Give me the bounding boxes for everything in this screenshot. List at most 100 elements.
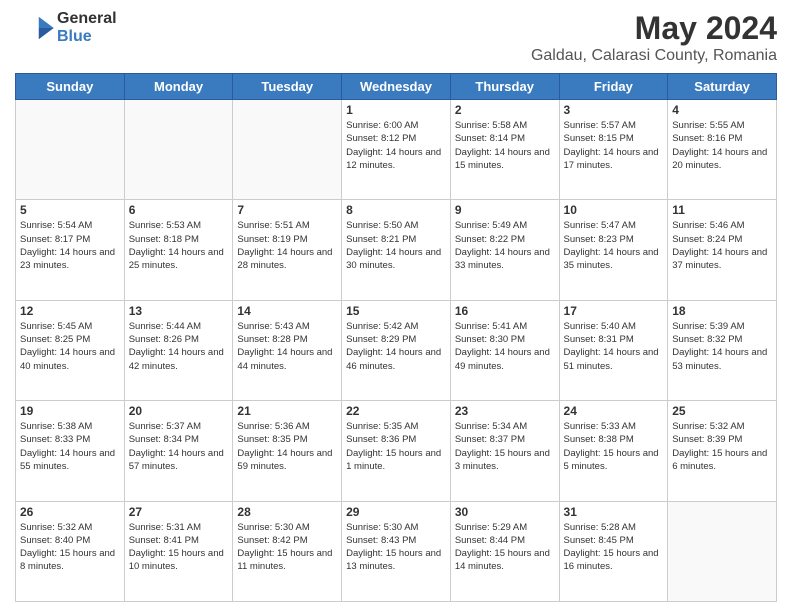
day-number: 7 (237, 203, 337, 217)
day-number: 1 (346, 103, 446, 117)
day-number: 25 (672, 404, 772, 418)
calendar-cell: 16 Sunrise: 5:41 AMSunset: 8:30 PMDayligh… (450, 300, 559, 400)
day-number: 31 (564, 505, 664, 519)
day-number: 17 (564, 304, 664, 318)
day-number: 12 (20, 304, 120, 318)
calendar-cell: 20 Sunrise: 5:37 AMSunset: 8:34 PMDayligh… (124, 401, 233, 501)
calendar-cell (124, 100, 233, 200)
day-number: 28 (237, 505, 337, 519)
week-row-2: 5 Sunrise: 5:54 AMSunset: 8:17 PMDaylight… (16, 200, 777, 300)
day-info: Sunrise: 5:36 AMSunset: 8:35 PMDaylight:… (237, 420, 337, 473)
day-info: Sunrise: 5:43 AMSunset: 8:28 PMDaylight:… (237, 320, 337, 373)
day-number: 15 (346, 304, 446, 318)
page: General Blue May 2024 Galdau, Calarasi C… (0, 0, 792, 612)
calendar-cell (16, 100, 125, 200)
weekday-header-wednesday: Wednesday (342, 74, 451, 100)
calendar-cell: 10 Sunrise: 5:47 AMSunset: 8:23 PMDayligh… (559, 200, 668, 300)
day-number: 13 (129, 304, 229, 318)
weekday-header-thursday: Thursday (450, 74, 559, 100)
day-number: 14 (237, 304, 337, 318)
calendar-cell: 5 Sunrise: 5:54 AMSunset: 8:17 PMDaylight… (16, 200, 125, 300)
calendar-cell: 18 Sunrise: 5:39 AMSunset: 8:32 PMDayligh… (668, 300, 777, 400)
calendar-cell: 2 Sunrise: 5:58 AMSunset: 8:14 PMDaylight… (450, 100, 559, 200)
day-info: Sunrise: 5:29 AMSunset: 8:44 PMDaylight:… (455, 521, 555, 574)
day-number: 29 (346, 505, 446, 519)
day-info: Sunrise: 5:39 AMSunset: 8:32 PMDaylight:… (672, 320, 772, 373)
day-info: Sunrise: 5:32 AMSunset: 8:39 PMDaylight:… (672, 420, 772, 473)
calendar-cell (668, 501, 777, 601)
weekday-header-sunday: Sunday (16, 74, 125, 100)
calendar-cell: 22 Sunrise: 5:35 AMSunset: 8:36 PMDayligh… (342, 401, 451, 501)
day-info: Sunrise: 5:41 AMSunset: 8:30 PMDaylight:… (455, 320, 555, 373)
calendar-cell: 4 Sunrise: 5:55 AMSunset: 8:16 PMDaylight… (668, 100, 777, 200)
day-number: 3 (564, 103, 664, 117)
week-row-4: 19Sunrise: 5:38 AMSunset: 8:33 PMDayligh… (16, 401, 777, 501)
day-info: Sunrise: 5:28 AMSunset: 8:45 PMDaylight:… (564, 521, 664, 574)
day-number: 16 (455, 304, 555, 318)
calendar-cell: 8Sunrise: 5:50 AMSunset: 8:21 PMDaylight… (342, 200, 451, 300)
calendar-cell: 23Sunrise: 5:34 AMSunset: 8:37 PMDayligh… (450, 401, 559, 501)
day-info: Sunrise: 5:55 AMSunset: 8:16 PMDaylight:… (672, 119, 772, 172)
logo-icon (15, 13, 55, 43)
day-number: 30 (455, 505, 555, 519)
day-number: 4 (672, 103, 772, 117)
day-number: 26 (20, 505, 120, 519)
calendar-cell: 17 Sunrise: 5:40 AMSunset: 8:31 PMDayligh… (559, 300, 668, 400)
day-number: 10 (564, 203, 664, 217)
month-year-title: May 2024 (531, 10, 777, 47)
day-info: Sunrise: 5:47 AMSunset: 8:23 PMDaylight:… (564, 219, 664, 272)
day-info: Sunrise: 5:44 AMSunset: 8:26 PMDaylight:… (129, 320, 229, 373)
day-number: 20 (129, 404, 229, 418)
logo-text-block: General Blue (57, 10, 117, 45)
day-number: 18 (672, 304, 772, 318)
calendar-cell: 1 Sunrise: 6:00 AMSunset: 8:12 PMDaylight… (342, 100, 451, 200)
calendar-cell: 6 Sunrise: 5:53 AMSunset: 8:18 PMDaylight… (124, 200, 233, 300)
calendar-cell: 12Sunrise: 5:45 AMSunset: 8:25 PMDayligh… (16, 300, 125, 400)
calendar-cell: 13 Sunrise: 5:44 AMSunset: 8:26 PMDayligh… (124, 300, 233, 400)
day-info: Sunrise: 5:33 AMSunset: 8:38 PMDaylight:… (564, 420, 664, 473)
calendar-cell: 19Sunrise: 5:38 AMSunset: 8:33 PMDayligh… (16, 401, 125, 501)
weekday-header-row: SundayMondayTuesdayWednesdayThursdayFrid… (16, 74, 777, 100)
logo-general-text: General (57, 10, 117, 28)
header: General Blue May 2024 Galdau, Calarasi C… (15, 10, 777, 65)
day-number: 8 (346, 203, 446, 217)
calendar-cell: 14 Sunrise: 5:43 AMSunset: 8:28 PMDayligh… (233, 300, 342, 400)
day-number: 23 (455, 404, 555, 418)
week-row-1: 1 Sunrise: 6:00 AMSunset: 8:12 PMDaylight… (16, 100, 777, 200)
day-number: 11 (672, 203, 772, 217)
calendar-cell: 3Sunrise: 5:57 AMSunset: 8:15 PMDaylight… (559, 100, 668, 200)
calendar-cell: 25 Sunrise: 5:32 AMSunset: 8:39 PMDayligh… (668, 401, 777, 501)
calendar-cell: 15 Sunrise: 5:42 AMSunset: 8:29 PMDayligh… (342, 300, 451, 400)
day-info: Sunrise: 5:53 AMSunset: 8:18 PMDaylight:… (129, 219, 229, 272)
logo: General Blue (15, 10, 117, 45)
day-info: Sunrise: 5:46 AMSunset: 8:24 PMDaylight:… (672, 219, 772, 272)
calendar-cell: 29Sunrise: 5:30 AMSunset: 8:43 PMDayligh… (342, 501, 451, 601)
calendar-cell: 21 Sunrise: 5:36 AMSunset: 8:35 PMDayligh… (233, 401, 342, 501)
day-info: Sunrise: 6:00 AMSunset: 8:12 PMDaylight:… (346, 119, 446, 172)
location-subtitle: Galdau, Calarasi County, Romania (531, 47, 777, 65)
calendar-cell: 7 Sunrise: 5:51 AMSunset: 8:19 PMDaylight… (233, 200, 342, 300)
day-number: 21 (237, 404, 337, 418)
calendar-cell: 9Sunrise: 5:49 AMSunset: 8:22 PMDaylight… (450, 200, 559, 300)
day-number: 19 (20, 404, 120, 418)
day-number: 2 (455, 103, 555, 117)
weekday-header-friday: Friday (559, 74, 668, 100)
day-info: Sunrise: 5:58 AMSunset: 8:14 PMDaylight:… (455, 119, 555, 172)
weekday-header-tuesday: Tuesday (233, 74, 342, 100)
day-info: Sunrise: 5:54 AMSunset: 8:17 PMDaylight:… (20, 219, 120, 272)
day-info: Sunrise: 5:49 AMSunset: 8:22 PMDaylight:… (455, 219, 555, 272)
day-info: Sunrise: 5:31 AMSunset: 8:41 PMDaylight:… (129, 521, 229, 574)
day-number: 5 (20, 203, 120, 217)
day-info: Sunrise: 5:35 AMSunset: 8:36 PMDaylight:… (346, 420, 446, 473)
day-info: Sunrise: 5:40 AMSunset: 8:31 PMDaylight:… (564, 320, 664, 373)
calendar-cell: 30 Sunrise: 5:29 AMSunset: 8:44 PMDayligh… (450, 501, 559, 601)
day-number: 22 (346, 404, 446, 418)
logo-blue-text: Blue (57, 28, 117, 46)
calendar-cell: 11 Sunrise: 5:46 AMSunset: 8:24 PMDayligh… (668, 200, 777, 300)
day-info: Sunrise: 5:37 AMSunset: 8:34 PMDaylight:… (129, 420, 229, 473)
calendar-table: SundayMondayTuesdayWednesdayThursdayFrid… (15, 73, 777, 602)
day-info: Sunrise: 5:51 AMSunset: 8:19 PMDaylight:… (237, 219, 337, 272)
day-info: Sunrise: 5:42 AMSunset: 8:29 PMDaylight:… (346, 320, 446, 373)
week-row-3: 12Sunrise: 5:45 AMSunset: 8:25 PMDayligh… (16, 300, 777, 400)
day-number: 6 (129, 203, 229, 217)
